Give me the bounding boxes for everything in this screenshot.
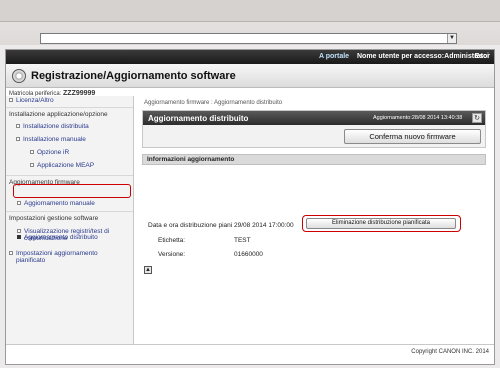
main-content: Aggiornamento firmware : Aggiornamento d… [134,96,494,344]
footer: Copyright CANON INC. 2014 [6,344,494,364]
info-title: Informazioni aggiornamento [147,156,235,163]
sidebar: Licenza/Altro Installazione applicazione… [6,96,134,344]
sidebar-item-scheduled-update[interactable]: Impostazioni aggiornamento pianificato [9,250,98,264]
last-updated: Aggiornamento:28/08 2014 13:40:38 [373,115,463,121]
sidebar-item-license[interactable]: Licenza/Altro [9,97,54,104]
back-to-top-icon[interactable]: ▲ [144,266,152,274]
sidebar-item-ir-option[interactable]: Opzione iR [30,149,69,156]
bullet-icon [9,98,13,102]
date-value: 29/08 2014 17:00:00 [234,222,294,229]
address-bar[interactable]: ▼ [40,33,457,44]
refresh-icon[interactable]: ↻ [472,113,482,123]
sidebar-heading-install: Installazione applicazione/opzione [9,111,108,118]
portal-link[interactable]: A portale [319,53,349,60]
delete-highlight [302,215,461,232]
page-title: Registrazione/Aggiornamento software [31,70,236,82]
tag-value: TEST [234,237,251,244]
bullet-icon [9,251,13,255]
sidebar-item-distributed-install[interactable]: Installazione distribuita [16,123,89,130]
confirm-firmware-button[interactable]: Conferma nuovo firmware [344,129,481,144]
bullet-icon [30,150,34,154]
breadcrumb: Aggiornamento firmware : Aggiornamento d… [144,100,283,106]
section-title: Aggiornamento distribuito [148,114,249,123]
date-label: Data e ora distribuzione piani [148,222,233,229]
update-section: Aggiornamento distribuito Aggiornamento:… [142,110,486,148]
sidebar-item-manual-update[interactable]: Aggiornamento manuale [17,200,95,207]
page-frame: A portale Nome utente per accesso:Admini… [5,49,495,365]
top-bar: A portale Nome utente per accesso:Admini… [6,50,494,64]
browser-title-bar [0,0,500,22]
sidebar-item-manual-install[interactable]: Installazione manuale [16,136,86,143]
tag-label: Etichetta: [158,237,186,244]
sidebar-item-logs[interactable]: Visualizzazione registri/test di comunic… [17,228,109,242]
logout-link[interactable]: Esci [475,53,489,60]
selection-highlight [13,184,131,198]
software-icon [12,69,26,83]
info-header: Informazioni aggiornamento [142,154,486,165]
section-header: Aggiornamento distribuito Aggiornamento:… [143,111,485,125]
version-label: Versione: [158,251,186,258]
bullet-icon [17,201,21,205]
sidebar-item-meap[interactable]: Applicazione MEAP [30,162,94,169]
version-value: 01660000 [234,251,263,258]
title-area: Registrazione/Aggiornamento software [6,64,494,88]
browser-chrome: ▼ [0,0,500,45]
address-dropdown-icon[interactable]: ▼ [447,34,456,43]
copyright: Copyright CANON INC. 2014 [411,349,489,355]
user-label: Nome utente per accesso:Administrator [357,53,491,60]
sidebar-heading-software-mgmt: Impostazioni gestione software [9,215,99,222]
bullet-icon [30,163,34,167]
bullet-icon [16,137,20,141]
bullet-icon [16,124,20,128]
bullet-icon [17,229,21,233]
